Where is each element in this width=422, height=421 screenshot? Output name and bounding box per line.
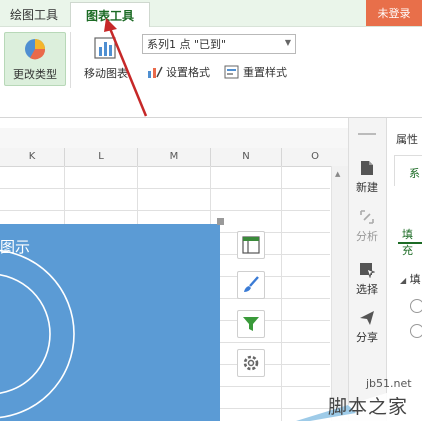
paintbrush-icon (244, 276, 259, 292)
properties-tab[interactable]: 系 (394, 155, 422, 186)
side-item-new[interactable]: 新建 (348, 160, 386, 195)
select-cursor-icon (360, 263, 376, 279)
filter-icon (243, 317, 259, 331)
column-header-o[interactable]: O (282, 148, 349, 167)
fill-section-label: 填 (409, 273, 421, 286)
analyze-icon (360, 210, 374, 224)
watermark-domain: jb51.net (366, 377, 412, 390)
chart-style-button[interactable] (237, 271, 265, 299)
properties-title: 属性 (396, 133, 418, 146)
chart-title: 图示 (0, 238, 31, 256)
tab-drawing-tools[interactable]: 绘图工具 (0, 2, 68, 26)
resize-handle[interactable] (217, 218, 224, 225)
column-header-l[interactable]: L (65, 148, 138, 167)
reset-style-icon (224, 65, 239, 79)
watermark-brand: 脚本之家 (328, 396, 409, 418)
chart-plot (0, 249, 75, 419)
login-button[interactable]: 未登录 (366, 0, 422, 26)
side-item-analyze[interactable]: 分析 (348, 209, 386, 244)
ribbon-divider (70, 32, 71, 88)
chart-filter-button[interactable] (237, 310, 265, 338)
fill-section-header[interactable]: ◢ 填 (400, 271, 421, 287)
fill-option-radio[interactable] (410, 299, 422, 313)
chart-object[interactable] (0, 224, 220, 421)
pie-chart-icon (25, 39, 46, 60)
chart-elements-button[interactable] (237, 231, 265, 259)
drag-handle-icon[interactable] (358, 133, 376, 135)
change-type-button[interactable]: 更改类型 (4, 32, 66, 86)
new-document-icon (361, 161, 373, 175)
grid-line (281, 166, 282, 421)
column-header-n[interactable]: N (211, 148, 282, 167)
grid-line (0, 188, 330, 189)
watermark: jb51.net 脚本之家 (296, 374, 422, 421)
scroll-up-icon[interactable]: ▲ (335, 170, 344, 178)
fill-option-radio[interactable] (410, 324, 422, 338)
gear-icon (243, 355, 259, 371)
side-item-label: 新建 (356, 181, 378, 194)
column-header-m[interactable]: M (138, 148, 211, 167)
series-select[interactable]: 系列1 点 "已到" ▼ (142, 34, 296, 54)
chevron-down-icon: ▼ (284, 38, 291, 47)
properties-tab-label: 系 (409, 167, 420, 180)
chart-layout-icon (242, 236, 260, 254)
collapse-arrow-icon: ◢ (400, 276, 407, 285)
side-item-share[interactable]: 分享 (348, 310, 386, 345)
fill-tab-underline (398, 242, 422, 244)
chart-settings-button[interactable] (237, 349, 265, 377)
side-item-label: 选择 (356, 283, 378, 296)
side-item-label: 分享 (356, 331, 378, 344)
change-type-label: 更改类型 (13, 68, 57, 81)
set-format-label: 设置格式 (166, 66, 210, 79)
red-arrow-annotation (104, 18, 148, 117)
side-item-label: 分析 (356, 230, 378, 243)
reset-style-button[interactable]: 重置样式 (224, 64, 287, 80)
share-send-icon (360, 311, 374, 325)
formula-bar-strip (0, 128, 348, 149)
column-header-k[interactable]: K (0, 148, 65, 167)
side-item-select[interactable]: 选择 (348, 262, 386, 297)
reset-style-label: 重置样式 (243, 66, 287, 79)
grid-line (0, 210, 330, 211)
